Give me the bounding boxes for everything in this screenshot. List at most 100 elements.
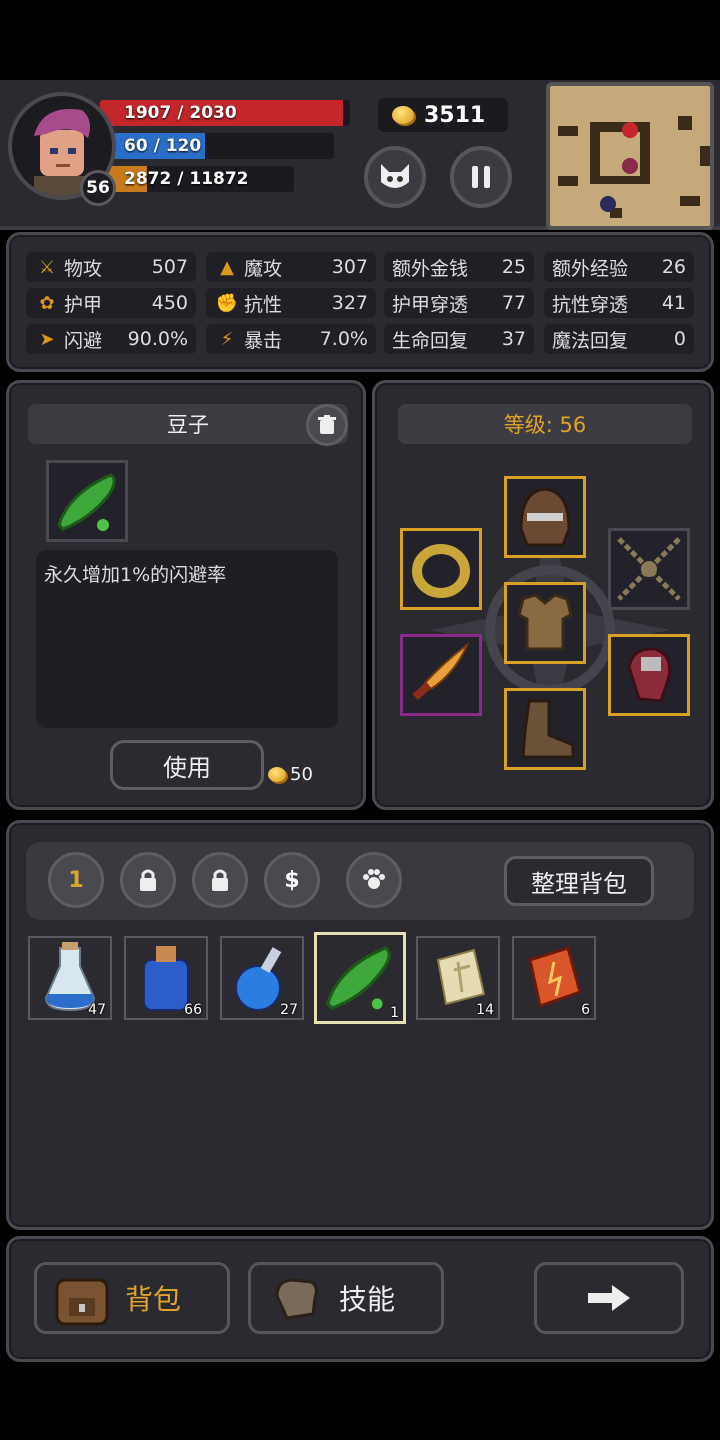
glove-icon <box>627 647 672 703</box>
lightning-icon: ⚡ <box>220 328 234 350</box>
stat-value: 25 <box>501 256 526 278</box>
stat-value: 90.0% <box>127 328 188 350</box>
item-description: 永久增加1%的闪避率 <box>44 564 227 586</box>
skills-tab-label: 技能 <box>339 1283 396 1316</box>
stat-1: ⚔ 物攻 507 <box>26 252 196 282</box>
stat-label: 护甲 <box>64 293 103 316</box>
stat-5: ✿ 护甲 450 <box>26 288 196 318</box>
stat-2: ▲ 魔攻 307 <box>206 252 376 282</box>
equip-slot-necklace[interactable] <box>608 528 690 610</box>
running-icon: ➤ <box>39 328 55 350</box>
trash-icon <box>318 415 336 434</box>
stat-12: 魔法回复 0 <box>544 324 694 354</box>
hp-text: 1907 / 2030 <box>124 103 237 123</box>
dagger-icon <box>412 641 470 700</box>
stat-11: 生命回复 37 <box>384 324 534 354</box>
helmet-icon <box>519 487 571 547</box>
mp-bar: 60 / 120 <box>100 133 334 159</box>
inventory-slot-pea-pod[interactable]: 1 <box>314 932 406 1024</box>
item-description-box: 永久增加1%的闪避率 <box>36 550 338 728</box>
player-level-badge: 56 <box>80 170 116 206</box>
stat-label: 魔法回复 <box>552 329 629 352</box>
use-item-button[interactable]: 使用 <box>110 740 264 790</box>
item-quantity: 66 <box>184 1002 202 1018</box>
equip-slot-helmet[interactable] <box>504 476 586 558</box>
pause-icon <box>472 166 490 188</box>
bag-page-locked-1[interactable] <box>120 852 176 908</box>
chain-icon <box>617 537 681 601</box>
paw-icon: ✿ <box>39 292 55 314</box>
sort-bag-button[interactable]: 整理背包 <box>504 856 654 906</box>
stat-4: 额外经验 26 <box>544 252 694 282</box>
inventory-slot-potion-vial[interactable]: 47 <box>28 936 112 1020</box>
inventory-slot-potion-flask[interactable]: 27 <box>220 936 304 1020</box>
xp-text: 2872 / 11872 <box>124 169 249 189</box>
boots-icon <box>521 699 575 759</box>
lock-icon <box>212 869 228 891</box>
stat-9: ➤ 闪避 90.0% <box>26 324 196 354</box>
stat-value: 41 <box>661 292 686 314</box>
pause-button[interactable] <box>450 146 512 208</box>
sell-button[interactable]: $ <box>264 852 320 908</box>
stat-label: 额外金钱 <box>392 257 469 280</box>
equip-slot-gloves[interactable] <box>608 634 690 716</box>
equip-slot-boots[interactable] <box>504 688 586 770</box>
stat-label: 生命回复 <box>392 329 469 352</box>
stat-value: 507 <box>151 256 188 278</box>
stat-7: 护甲穿透 77 <box>384 288 534 318</box>
stat-value: 327 <box>331 292 368 314</box>
stat-value: 450 <box>151 292 188 314</box>
skills-tab-button[interactable]: 技能 <box>248 1262 444 1334</box>
stat-value: 7.0% <box>319 328 368 350</box>
item-quantity: 47 <box>88 1002 106 1018</box>
bag-tab-button[interactable]: 背包 <box>34 1262 230 1334</box>
minimap-icon <box>558 116 710 218</box>
xp-bar: 2872 / 11872 <box>100 166 294 192</box>
equip-slot-armor[interactable] <box>504 582 586 664</box>
item-name-header: 豆子 <box>28 404 348 444</box>
price-value: 50 <box>290 764 313 785</box>
stat-label: 额外经验 <box>552 257 629 280</box>
stat-value: 77 <box>501 292 526 314</box>
hp-bar: 1907 / 2030 <box>100 100 350 126</box>
equip-slot-ring[interactable] <box>400 528 482 610</box>
gold-counter: 3511 <box>378 98 508 132</box>
stat-label: 抗性 <box>244 293 283 316</box>
stat-label: 魔攻 <box>244 257 283 280</box>
next-arrow-button[interactable] <box>534 1262 684 1334</box>
inventory-slot-potion-jar[interactable]: 66 <box>124 936 208 1020</box>
cat-face-icon <box>381 164 409 188</box>
stat-label: 抗性穿透 <box>552 293 629 316</box>
item-name: 豆子 <box>167 413 209 437</box>
stat-value: 26 <box>661 256 686 278</box>
mp-text: 60 / 120 <box>124 136 202 156</box>
inventory-slot-rune-fire[interactable]: 6 <box>512 936 596 1020</box>
bag-page-1-button[interactable]: 1 <box>48 852 104 908</box>
stat-label: 闪避 <box>64 329 103 352</box>
backpack-icon <box>55 1278 109 1326</box>
dollar-icon: $ <box>284 867 300 893</box>
delete-item-button[interactable] <box>306 404 348 446</box>
pea-pod-icon <box>57 473 116 531</box>
lock-icon <box>140 869 156 891</box>
bag-page-locked-2[interactable] <box>192 852 248 908</box>
inventory-slot-rune-light[interactable]: 14 <box>416 936 500 1020</box>
pet-button[interactable] <box>364 146 426 208</box>
stat-8: 抗性穿透 41 <box>544 288 694 318</box>
paw-icon <box>363 869 385 889</box>
stat-3: 额外金钱 25 <box>384 252 534 282</box>
bag-tab-label: 背包 <box>125 1283 182 1316</box>
equip-slot-weapon[interactable] <box>400 634 482 716</box>
stat-label: 物攻 <box>64 257 103 280</box>
stat-10: ⚡ 暴击 7.0% <box>206 324 376 354</box>
armor-filter-button[interactable] <box>346 852 402 908</box>
item-preview-slot <box>46 460 128 542</box>
equipment-level: 等级: 56 <box>503 413 587 437</box>
item-quantity: 1 <box>390 1005 399 1021</box>
use-label: 使用 <box>163 753 211 782</box>
item-quantity: 6 <box>581 1002 590 1018</box>
minimap[interactable] <box>546 82 714 230</box>
fist-icon <box>275 1278 318 1320</box>
stat-value: 0 <box>673 328 686 350</box>
item-quantity: 14 <box>476 1002 494 1018</box>
